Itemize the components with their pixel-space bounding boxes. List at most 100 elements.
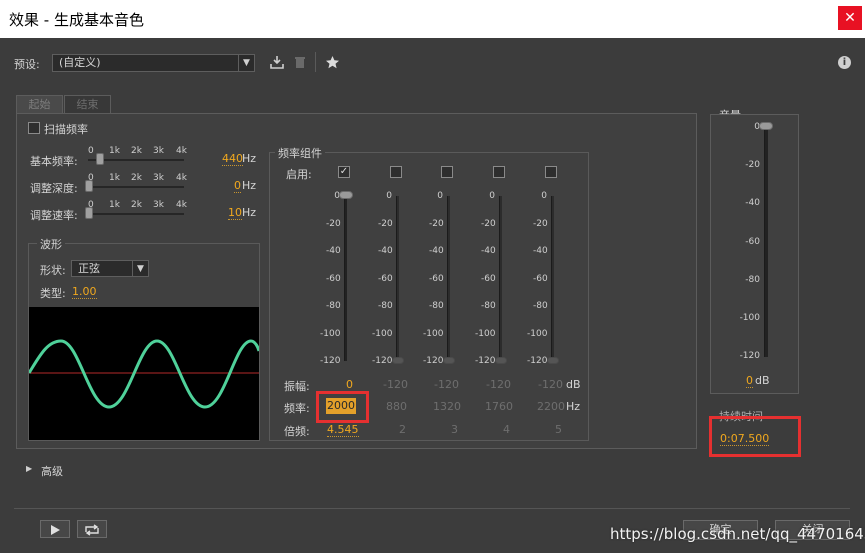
- multiplier-value-5[interactable]: 5: [555, 423, 562, 436]
- shape-label: 形状:: [40, 264, 66, 277]
- multiplier-value-1[interactable]: 4.545: [327, 423, 359, 437]
- star-icon[interactable]: [325, 55, 340, 70]
- sweep-checkbox[interactable]: [28, 122, 40, 134]
- amplitude-slider-2[interactable]: [392, 357, 404, 364]
- frequency-value-2[interactable]: 880: [386, 400, 407, 413]
- save-preset-icon[interactable]: [270, 55, 284, 69]
- tab-start[interactable]: 起始: [16, 95, 63, 113]
- amp-scale-tick: -80: [533, 301, 548, 311]
- amp-scale-tick: -40: [429, 246, 444, 256]
- amp-scale-tick: -100: [475, 329, 496, 339]
- amplitude-value-2[interactable]: -120: [383, 378, 408, 391]
- mod-depth-track[interactable]: [88, 186, 184, 188]
- components-group-title: 频率组件: [275, 145, 325, 161]
- amplitude-value-4[interactable]: -120: [486, 378, 511, 391]
- volume-track[interactable]: [764, 127, 768, 357]
- play-button[interactable]: [40, 520, 70, 538]
- enable-label: 启用:: [286, 168, 312, 181]
- mod-rate-label: 调整速率:: [30, 209, 78, 222]
- frequency-highlight: [316, 391, 369, 423]
- info-icon[interactable]: i: [838, 56, 851, 69]
- frequency-value-5[interactable]: 2200: [537, 400, 565, 413]
- frequency-row-label: 频率:: [284, 402, 310, 415]
- frequency-value-4[interactable]: 1760: [485, 400, 513, 413]
- multiplier-value-4[interactable]: 4: [503, 423, 510, 436]
- amplitude-row-label: 振幅:: [284, 380, 310, 393]
- amp-scale-tick: -40: [533, 246, 548, 256]
- trash-icon[interactable]: [294, 56, 306, 69]
- type-value[interactable]: 1.00: [72, 285, 97, 299]
- enable-checkbox-1[interactable]: ✓: [338, 166, 350, 178]
- frequency-value-3[interactable]: 1320: [433, 400, 461, 413]
- preset-select[interactable]: (自定义) ▼: [52, 54, 255, 72]
- advanced-label[interactable]: 高级: [41, 463, 63, 479]
- base-frequency-label: 基本频率:: [30, 155, 78, 168]
- scale-tick: 1k: [109, 200, 120, 210]
- mod-rate-slider[interactable]: [85, 207, 93, 219]
- base-frequency-slider[interactable]: [95, 153, 104, 165]
- enable-checkbox-4[interactable]: [493, 166, 505, 178]
- amp-scale-tick: 0: [437, 191, 443, 201]
- waveform-group-title: 波形: [37, 236, 65, 252]
- chevron-down-icon: ▼: [238, 55, 254, 71]
- mod-depth-slider[interactable]: [85, 180, 93, 192]
- volume-scale-tick: -20: [745, 160, 760, 170]
- volume-slider[interactable]: [759, 122, 773, 130]
- amplitude-value-5[interactable]: -120: [538, 378, 563, 391]
- multiplier-value-2[interactable]: 2: [399, 423, 406, 436]
- amplitude-value-1[interactable]: 0: [346, 378, 353, 392]
- scale-tick: 1k: [109, 173, 120, 183]
- amp-scale-tick: -80: [429, 301, 444, 311]
- preset-label: 预设:: [14, 58, 40, 71]
- close-button[interactable]: ✕: [838, 6, 862, 30]
- amp-scale-tick: -120: [423, 356, 444, 366]
- amplitude-slider-1[interactable]: [339, 191, 353, 199]
- volume-value[interactable]: 0: [746, 374, 753, 388]
- mod-depth-unit: Hz: [242, 179, 257, 192]
- enable-checkbox-5[interactable]: [545, 166, 557, 178]
- amp-scale-tick: -120: [527, 356, 548, 366]
- amp-scale-tick: -120: [475, 356, 496, 366]
- amplitude-slider-5[interactable]: [547, 357, 559, 364]
- expand-triangle-icon[interactable]: ▶: [26, 464, 32, 473]
- amp-scale-tick: -80: [481, 301, 496, 311]
- amplitude-unit: dB: [566, 378, 581, 391]
- scale-tick: 3k: [153, 200, 164, 210]
- amp-scale-tick: -20: [481, 219, 496, 229]
- frequency-unit: Hz: [566, 400, 581, 413]
- amplitude-track-3[interactable]: [447, 196, 450, 361]
- amp-scale-tick: -80: [378, 301, 393, 311]
- amplitude-track-2[interactable]: [396, 196, 399, 361]
- shape-select[interactable]: 正弦 ▼: [71, 260, 149, 277]
- mod-rate-value[interactable]: 10: [228, 206, 242, 220]
- amp-scale-tick: -60: [378, 274, 393, 284]
- amplitude-track-1[interactable]: [344, 196, 347, 361]
- amp-scale-tick: -60: [481, 274, 496, 284]
- play-icon: [51, 525, 60, 535]
- enable-checkbox-3[interactable]: [441, 166, 453, 178]
- enable-checkbox-2[interactable]: [390, 166, 402, 178]
- amplitude-slider-4[interactable]: [495, 357, 507, 364]
- volume-scale-tick: -120: [739, 351, 760, 361]
- type-label: 类型:: [40, 287, 66, 300]
- amplitude-track-5[interactable]: [551, 196, 554, 361]
- mod-depth-value[interactable]: 0: [234, 179, 241, 193]
- scale-tick: 2k: [131, 173, 142, 183]
- loop-button[interactable]: [77, 520, 107, 538]
- amplitude-slider-3[interactable]: [443, 357, 455, 364]
- sine-wave: [27, 339, 261, 409]
- scale-tick: 3k: [153, 173, 164, 183]
- base-frequency-value[interactable]: 440: [222, 152, 243, 166]
- scale-tick: 4k: [176, 173, 187, 183]
- volume-scale-tick: -60: [745, 237, 760, 247]
- tab-end[interactable]: 结束: [64, 95, 111, 113]
- amp-scale-tick: -120: [372, 356, 393, 366]
- amp-scale-tick: -120: [320, 356, 341, 366]
- mod-rate-track[interactable]: [88, 213, 184, 215]
- scale-tick: 4k: [176, 200, 187, 210]
- amp-scale-tick: -20: [533, 219, 548, 229]
- amplitude-value-3[interactable]: -120: [434, 378, 459, 391]
- amp-scale-tick: -40: [326, 246, 341, 256]
- multiplier-value-3[interactable]: 3: [451, 423, 458, 436]
- amplitude-track-4[interactable]: [499, 196, 502, 361]
